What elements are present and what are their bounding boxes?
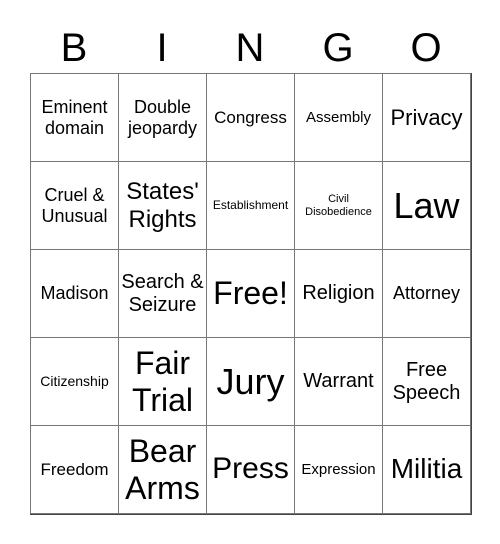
bingo-cell: Bear Arms xyxy=(118,425,207,514)
bingo-cell: Madison xyxy=(30,249,119,338)
header-letter-g: G xyxy=(322,26,354,70)
bingo-cell: Freedom xyxy=(30,425,119,514)
bingo-cell: Attorney xyxy=(382,249,471,338)
bingo-cell: Militia xyxy=(382,425,471,514)
header-letter-o: O xyxy=(410,26,442,70)
bingo-cell: Jury xyxy=(206,337,295,426)
header-letter-n: N xyxy=(235,26,265,70)
bingo-cell: Expression xyxy=(294,425,383,514)
bingo-cell: Cruel & Unusual xyxy=(30,161,119,250)
bingo-cell: Citizenship xyxy=(30,337,119,426)
bingo-cell: Free! xyxy=(206,249,295,338)
bingo-cell: States' Rights xyxy=(118,161,207,250)
bingo-cell: Fair Trial xyxy=(118,337,207,426)
bingo-cell: Privacy xyxy=(382,73,471,162)
bingo-cell: Congress xyxy=(206,73,295,162)
bingo-cell: Search & Seizure xyxy=(118,249,207,338)
bingo-cell: Law xyxy=(382,161,471,250)
bingo-cell: Eminent domain xyxy=(30,73,119,162)
bingo-cell: Press xyxy=(206,425,295,514)
bingo-cell: Establishment xyxy=(206,161,295,250)
header-letter-b: B xyxy=(60,26,88,70)
bingo-cell: Warrant xyxy=(294,337,383,426)
bingo-cell: Free Speech xyxy=(382,337,471,426)
bingo-header: B I N G O xyxy=(30,22,470,74)
bingo-cell: Civil Disobedience xyxy=(294,161,383,250)
bingo-grid: Eminent domain Double jeopardy Congress Ass… xyxy=(30,73,472,515)
bingo-cell: Assembly xyxy=(294,73,383,162)
bingo-cell: Religion xyxy=(294,249,383,338)
header-letter-i: I xyxy=(156,26,168,70)
bingo-cell: Double jeopardy xyxy=(118,73,207,162)
